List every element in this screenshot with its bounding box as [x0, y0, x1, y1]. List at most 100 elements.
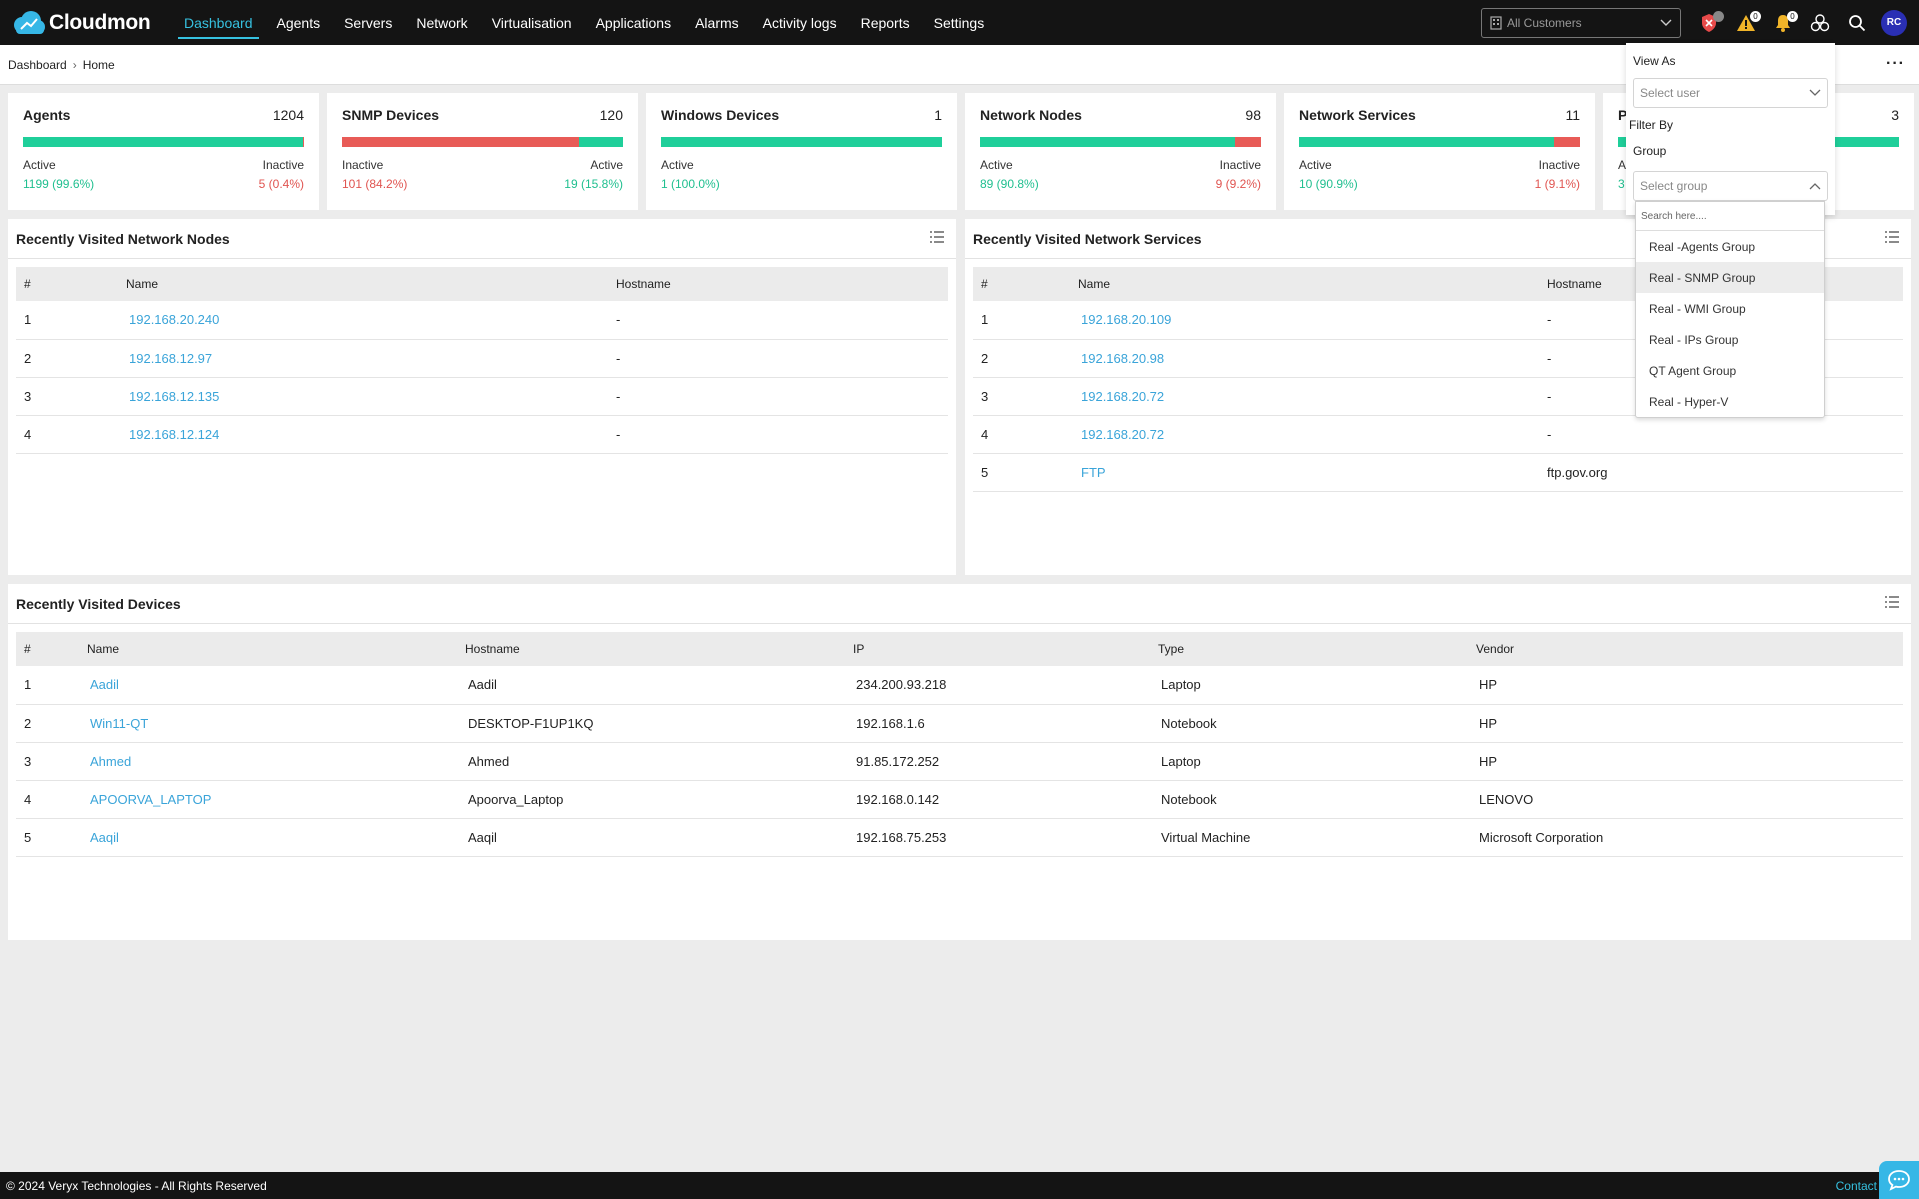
node-link[interactable]: 192.168.12.97 [126, 351, 212, 366]
table-row: 5 FTP ftp.gov.org [973, 453, 1903, 492]
service-link[interactable]: FTP [1078, 465, 1106, 480]
cell-index: 4 [973, 415, 1070, 454]
select-group-field[interactable]: Select group [1633, 171, 1828, 201]
card-network-services[interactable]: Network Services 11 Active 10 (90.9%) Inac… [1284, 93, 1595, 210]
right-label: Active [590, 158, 623, 172]
col-index: # [981, 277, 988, 291]
group-option[interactable]: Real -Agents Group [1636, 231, 1824, 262]
warning-button[interactable]: 0 [1733, 10, 1761, 36]
cell-ip: 91.85.172.252 [845, 742, 1150, 781]
card-total: 3 [1891, 107, 1899, 123]
nav-applications[interactable]: Applications [584, 0, 684, 45]
group-option[interactable]: Real - WMI Group [1636, 293, 1824, 324]
shield-badge: 1 [1713, 10, 1724, 22]
warning-badge: 0 [1750, 10, 1761, 22]
cell-hostname: - [608, 301, 948, 340]
col-name[interactable]: Name [1070, 267, 1539, 301]
main-nav: Dashboard Agents Servers Network Virtual… [172, 0, 996, 45]
cell-hostname: - [1539, 415, 1903, 454]
user-avatar[interactable]: RC [1881, 9, 1907, 36]
table-row: 3 Ahmed Ahmed 91.85.172.252 Laptop HP [16, 742, 1903, 781]
devices-table: # Name Hostname IP Type Vendor 1 Aadil Aad… [16, 632, 1903, 857]
breadcrumb-dashboard[interactable]: Dashboard [8, 58, 67, 72]
cell-hostname: ftp.gov.org [1539, 453, 1903, 492]
nav-dashboard[interactable]: Dashboard [172, 0, 265, 45]
shield-alert-button[interactable]: 1 [1696, 10, 1724, 36]
col-hostname[interactable]: Hostname [608, 267, 948, 301]
integrations-button[interactable] [1807, 10, 1833, 36]
app-logo[interactable]: Cloudmon [10, 10, 158, 36]
device-link[interactable]: Win11-QT [87, 716, 148, 731]
panel-title: Recently Visited Network Services [973, 230, 1202, 247]
select-group-placeholder: Select group [1640, 179, 1708, 193]
nav-agents[interactable]: Agents [265, 0, 333, 45]
col-type[interactable]: Type [1150, 632, 1468, 666]
group-search-input[interactable]: Search here.... [1636, 202, 1824, 231]
breadcrumb-home: Home [82, 57, 115, 72]
cell-index: 3 [16, 742, 79, 781]
card-windows-devices[interactable]: Windows Devices 1 Active 1 (100.0%) [646, 93, 957, 210]
building-icon [1490, 16, 1502, 30]
select-user-field[interactable]: Select user [1633, 78, 1828, 108]
card-network-nodes[interactable]: Network Nodes 98 Active 89 (90.8%) Inactiv… [965, 93, 1276, 210]
group-label: Group [1633, 144, 1667, 158]
col-vendor[interactable]: Vendor [1468, 632, 1903, 666]
nav-activity-logs[interactable]: Activity logs [751, 0, 849, 45]
right-value: 19 (15.8%) [564, 177, 623, 191]
list-icon[interactable] [1885, 231, 1899, 243]
cell-index: 2 [16, 339, 118, 378]
notifications-button[interactable]: 0 [1770, 10, 1798, 36]
group-option[interactable]: Real - SNMP Group [1636, 262, 1824, 293]
chat-button[interactable] [1879, 1161, 1919, 1199]
device-link[interactable]: Aaqil [87, 830, 119, 845]
col-ip[interactable]: IP [845, 632, 1150, 666]
table-row: 2 Win11-QT DESKTOP-F1UP1KQ 192.168.1.6 Noteb… [16, 704, 1903, 743]
device-link[interactable]: Aadil [87, 677, 119, 692]
top-nav-bar: Cloudmon Dashboard Agents Servers Networ… [0, 0, 1919, 45]
col-name[interactable]: Name [118, 267, 608, 301]
view-as-title: View As [1633, 54, 1676, 68]
service-link[interactable]: 192.168.20.72 [1078, 389, 1164, 404]
cell-type: Laptop [1150, 666, 1468, 705]
col-hostname[interactable]: Hostname [457, 632, 845, 666]
group-option[interactable]: QT Agent Group [1636, 355, 1824, 386]
right-value: 1 (9.1%) [1534, 177, 1580, 191]
group-option[interactable]: Real - Hyper-V [1636, 386, 1824, 417]
cell-index: 1 [973, 301, 1070, 340]
card-title: Network Services [1299, 107, 1416, 123]
chat-icon [1888, 1170, 1910, 1191]
right-value: 5 (0.4%) [258, 177, 304, 191]
status-bar [661, 137, 942, 147]
filter-by-label: Filter By [1629, 118, 1674, 132]
nav-alarms[interactable]: Alarms [683, 0, 751, 45]
left-value: 101 (84.2%) [342, 177, 408, 191]
nav-virtualisation[interactable]: Virtualisation [480, 0, 584, 45]
node-link[interactable]: 192.168.12.124 [126, 427, 219, 442]
service-link[interactable]: 192.168.20.72 [1078, 427, 1164, 442]
nav-servers[interactable]: Servers [332, 0, 404, 45]
service-link[interactable]: 192.168.20.109 [1078, 312, 1171, 327]
nav-reports[interactable]: Reports [849, 0, 922, 45]
more-options-icon[interactable]: ··· [1886, 55, 1905, 73]
card-snmp-devices[interactable]: SNMP Devices 120 Inactive 101 (84.2%) Acti… [327, 93, 638, 210]
list-icon[interactable] [930, 231, 944, 243]
cell-vendor: LENOVO [1468, 780, 1903, 819]
cell-index: 2 [16, 704, 79, 743]
search-button[interactable] [1844, 10, 1870, 36]
nav-settings[interactable]: Settings [922, 0, 997, 45]
list-icon[interactable] [1885, 596, 1899, 608]
search-icon [1849, 14, 1866, 31]
chevron-right-icon: › [72, 57, 77, 72]
cell-vendor: HP [1468, 742, 1903, 781]
node-link[interactable]: 192.168.12.135 [126, 389, 219, 404]
device-link[interactable]: Ahmed [87, 754, 131, 769]
group-option[interactable]: Real - IPs Group [1636, 324, 1824, 355]
card-agents[interactable]: Agents 1204 Active 1199 (99.6%) Inactive 5 … [8, 93, 319, 210]
service-link[interactable]: 192.168.20.98 [1078, 351, 1164, 366]
nav-network[interactable]: Network [404, 0, 479, 45]
col-name[interactable]: Name [79, 632, 457, 666]
device-link[interactable]: APOORVA_LAPTOP [87, 792, 211, 807]
node-link[interactable]: 192.168.20.240 [126, 312, 219, 327]
cell-index: 3 [973, 377, 1070, 416]
customer-select[interactable]: All Customers [1481, 8, 1681, 38]
